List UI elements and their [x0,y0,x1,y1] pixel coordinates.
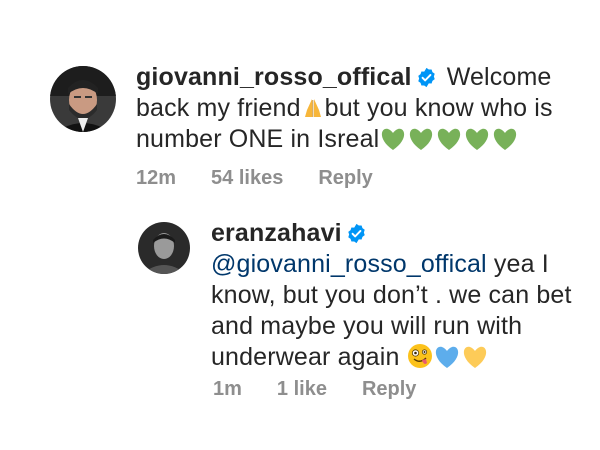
comment-text: giovanni_rosso_offical Welcome back my f… [136,62,591,155]
verified-badge-icon [416,67,437,88]
green-heart-icon [407,127,435,151]
username[interactable]: giovanni_rosso_offical [136,63,412,91]
like-count[interactable]: 54 likes [211,167,283,190]
avatar-man-beard-icon [50,66,116,132]
avatar-man-icon [138,222,190,274]
comment-meta: 12m 54 likes Reply [136,167,408,190]
reply-button[interactable]: Reply [362,378,416,401]
avatar[interactable] [138,222,190,274]
reply-button[interactable]: Reply [318,167,372,190]
folded-hands-icon [301,96,325,120]
comment-time: 1m [213,378,242,400]
verified-badge-icon [346,223,367,244]
green-heart-icon [379,127,407,151]
username[interactable]: eranzahavi [211,219,342,247]
comment-time: 12m [136,167,177,189]
yellow-heart-icon [461,345,489,369]
avatar[interactable] [50,66,116,132]
green-heart-icon [435,127,463,151]
mention-link[interactable]: @giovanni_rosso_offical [211,250,487,278]
green-heart-icon [463,127,491,151]
green-heart-icon [491,127,519,151]
like-count[interactable]: 1 like [277,378,327,401]
comment-text: eranzahavi @giovanni_rosso_offical yea I… [211,218,586,373]
comment-meta: 1m 1 like Reply [213,378,451,401]
zany-face-icon [407,343,433,369]
blue-heart-icon [433,345,461,369]
